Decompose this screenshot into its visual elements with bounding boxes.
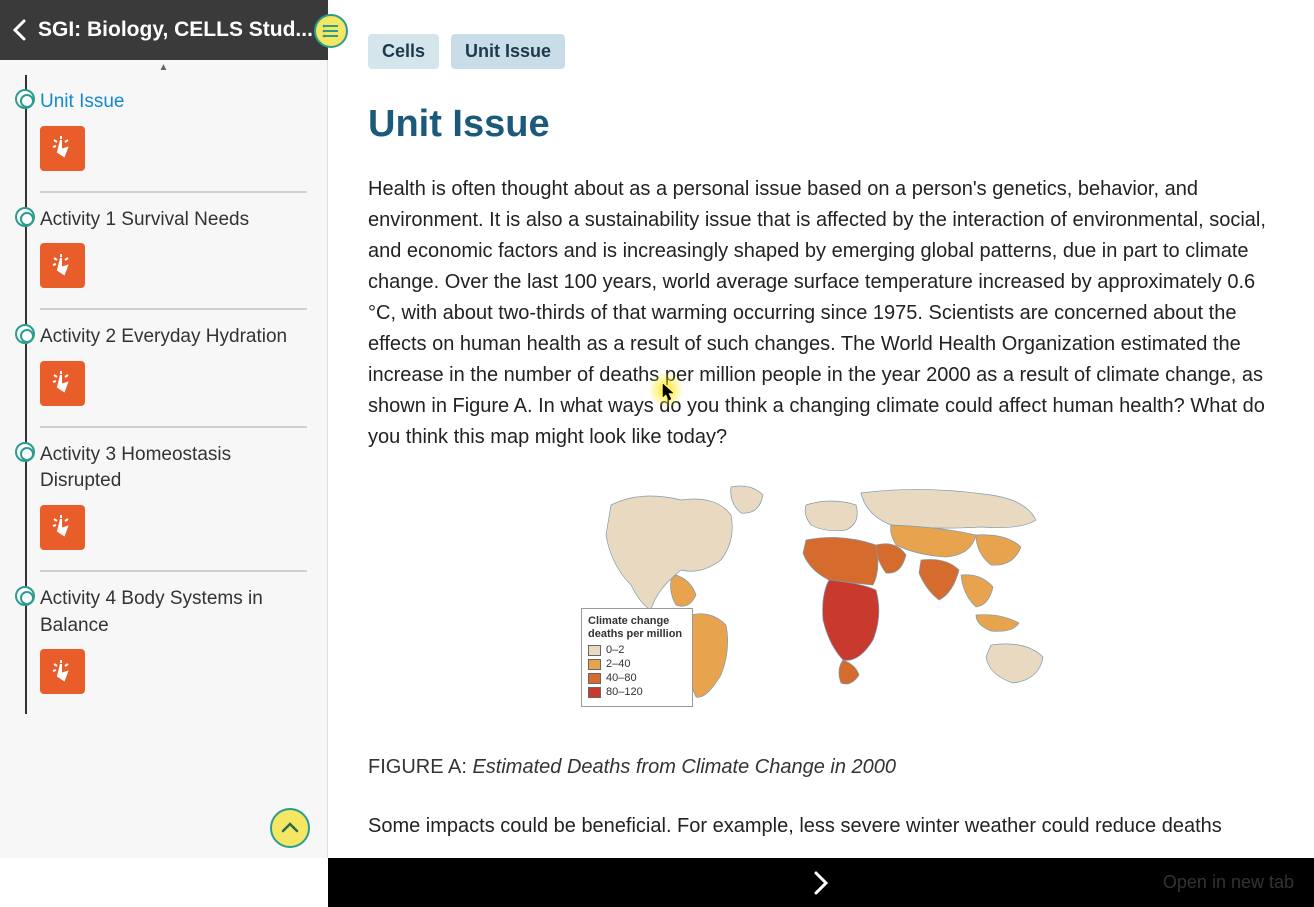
legend-row: 0–2 — [588, 644, 682, 656]
legend-swatch-icon — [588, 687, 601, 698]
toc-item-unit-issue[interactable]: Unit Issue — [40, 75, 307, 193]
toc-marker-icon — [15, 586, 35, 606]
paragraph-1: Health is often thought about as a perso… — [368, 174, 1274, 453]
interactive-badge-icon[interactable] — [40, 649, 85, 694]
figure-caption: FIGURE A: Estimated Deaths from Climate … — [368, 756, 1274, 779]
legend-row: 80–120 — [588, 686, 682, 698]
toc-marker-icon — [15, 207, 35, 227]
toc-toggle-button[interactable] — [314, 14, 348, 48]
world-map-image: Climate changedeaths per million 0–2 2–4… — [581, 475, 1061, 715]
figure-a: Climate changedeaths per million 0–2 2–4… — [368, 475, 1274, 720]
toc-item-label[interactable]: Activity 2 Everyday Hydration — [40, 324, 307, 351]
map-legend: Climate changedeaths per million 0–2 2–4… — [581, 608, 693, 707]
book-title: SGI: Biology, CELLS Stud... — [38, 18, 313, 42]
interactive-badge-icon[interactable] — [40, 243, 85, 288]
toc-item-activity-2[interactable]: Activity 2 Everyday Hydration — [40, 310, 307, 428]
next-page-button[interactable] — [812, 869, 830, 897]
toc-item-label[interactable]: Activity 4 Body Systems in Balance — [40, 586, 307, 639]
toc-item-activity-1[interactable]: Activity 1 Survival Needs — [40, 193, 307, 311]
page-title: Unit Issue — [368, 103, 1274, 146]
breadcrumb-cells[interactable]: Cells — [368, 34, 439, 69]
toc-item-label[interactable]: Unit Issue — [40, 89, 307, 116]
back-button[interactable] — [12, 19, 26, 41]
legend-swatch-icon — [588, 659, 601, 670]
toc-item-activity-3[interactable]: Activity 3 Homeostasis Disrupted — [40, 428, 307, 572]
toc-item-label[interactable]: Activity 1 Survival Needs — [40, 207, 307, 234]
footer-nav: Open in new tab — [328, 858, 1314, 907]
toc-marker-icon — [15, 442, 35, 462]
paragraph-2: Some impacts could be beneficial. For ex… — [368, 811, 1274, 842]
legend-title: Climate changedeaths per million — [588, 615, 682, 641]
interactive-badge-icon[interactable] — [40, 126, 85, 171]
collapse-sidebar-button[interactable] — [270, 808, 310, 848]
toc-marker-icon — [15, 89, 35, 109]
toc-marker-icon — [15, 324, 35, 344]
book-header: SGI: Biology, CELLS Stud... — [0, 0, 328, 60]
legend-swatch-icon — [588, 673, 601, 684]
interactive-badge-icon[interactable] — [40, 505, 85, 550]
scroll-up-indicator: ▲ — [0, 60, 327, 75]
breadcrumb-unit-issue[interactable]: Unit Issue — [451, 34, 565, 69]
toc-list: Unit Issue Activity 1 Survival Needs Act… — [0, 75, 327, 714]
open-new-tab-link[interactable]: Open in new tab — [1163, 872, 1294, 893]
main-content[interactable]: Cells Unit Issue Unit Issue Health is of… — [328, 0, 1314, 858]
legend-row: 40–80 — [588, 672, 682, 684]
legend-swatch-icon — [588, 645, 601, 656]
toc-item-label[interactable]: Activity 3 Homeostasis Disrupted — [40, 442, 307, 495]
toc-sidebar[interactable]: ▲ Unit Issue Activity 1 Survival Needs A… — [0, 60, 328, 858]
breadcrumb: Cells Unit Issue — [368, 34, 1274, 69]
legend-row: 2–40 — [588, 658, 682, 670]
interactive-badge-icon[interactable] — [40, 361, 85, 406]
toc-item-activity-4[interactable]: Activity 4 Body Systems in Balance — [40, 572, 307, 714]
